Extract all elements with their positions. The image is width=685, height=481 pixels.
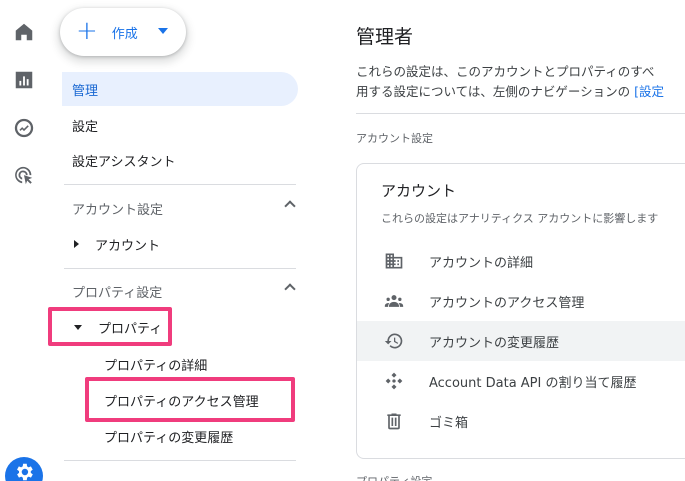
sidebar: + 作成 管理 設定 設定アシスタント アカウント設定 アカウント プロパティ設…: [48, 0, 318, 481]
sidebar-item-account[interactable]: アカウント: [64, 227, 160, 261]
settings-gear-icon[interactable]: [5, 457, 43, 481]
row-data-api-history[interactable]: Account Data API の割り当て履歴: [357, 361, 685, 401]
property-settings-section[interactable]: プロパティ設定: [72, 281, 296, 301]
caret-down-icon: [158, 28, 168, 34]
row-label: アカウントの詳細: [429, 255, 534, 271]
sidebar-divider: [64, 184, 296, 185]
row-account-history[interactable]: アカウントの変更履歴: [357, 321, 685, 361]
row-account-access[interactable]: アカウントのアクセス管理: [357, 281, 685, 321]
left-rail: [0, 0, 48, 481]
api-icon: [383, 370, 405, 392]
account-card-title: アカウント: [381, 182, 457, 200]
account-settings-section[interactable]: アカウント設定: [72, 198, 296, 218]
page-title: 管理者: [356, 26, 414, 48]
plus-icon: +: [76, 15, 98, 46]
account-settings-label: アカウント設定: [356, 132, 433, 145]
account-settings-heading: アカウント設定: [72, 202, 164, 218]
chevron-up-icon: [284, 200, 296, 212]
history-icon: [383, 330, 405, 352]
home-icon[interactable]: [12, 20, 36, 44]
row-label: Account Data API の割り当て履歴: [429, 375, 637, 391]
create-button[interactable]: + 作成: [60, 8, 186, 56]
row-label: アカウントの変更履歴: [429, 335, 560, 351]
sidebar-item-setup-assistant[interactable]: 設定アシスタント: [62, 143, 175, 177]
explore-icon[interactable]: [12, 116, 36, 140]
account-card: アカウント これらの設定はアナリティクス アカウントに影響します アカウントの詳…: [356, 163, 685, 459]
settings-link[interactable]: [設定: [634, 84, 664, 99]
sidebar-divider: [64, 460, 296, 461]
row-label: アカウントのアクセス管理: [429, 295, 585, 311]
property-settings-label: プロパティ設定: [356, 473, 432, 481]
sidebar-subitem-property-details[interactable]: プロパティの詳細: [104, 349, 207, 379]
sidebar-item-account-label: アカウント: [95, 238, 161, 254]
account-card-subtitle: これらの設定はアナリティクス アカウントに影響します: [381, 212, 659, 225]
sidebar-item-admin[interactable]: 管理: [62, 72, 298, 106]
description-line-2: 用する設定については、左側のナビゲーションの [設定: [356, 82, 685, 102]
section-divider: [356, 113, 685, 114]
sidebar-subitem-property-history[interactable]: プロパティの変更履歴: [104, 421, 233, 451]
main-content: 管理者 これらの設定は、このアカウントとプロパティのすべ 用する設定については、…: [340, 0, 685, 481]
highlight-box-property-access: [85, 377, 295, 422]
advertising-icon[interactable]: [12, 164, 36, 188]
row-label: ゴミ箱: [429, 415, 469, 431]
page-description: これらの設定は、このアカウントとプロパティのすべ 用する設定については、左側のナ…: [356, 62, 685, 102]
building-icon: [383, 250, 405, 272]
expand-arrow-icon: [74, 240, 79, 248]
row-trash[interactable]: ゴミ箱: [357, 401, 685, 441]
description-line-1: これらの設定は、このアカウントとプロパティのすべ: [356, 64, 655, 79]
reports-icon[interactable]: [12, 68, 36, 92]
sidebar-item-settings[interactable]: 設定: [62, 108, 98, 142]
row-account-details[interactable]: アカウントの詳細: [357, 241, 685, 281]
description-line-2-text: 用する設定については、左側のナビゲーションの: [356, 84, 635, 99]
create-button-label: 作成: [111, 26, 138, 42]
group-icon: [383, 290, 405, 312]
sidebar-divider: [64, 268, 296, 269]
trash-icon: [383, 410, 405, 432]
property-settings-heading: プロパティ設定: [72, 285, 163, 301]
highlight-box-property: [48, 307, 172, 346]
chevron-up-icon: [284, 283, 296, 295]
